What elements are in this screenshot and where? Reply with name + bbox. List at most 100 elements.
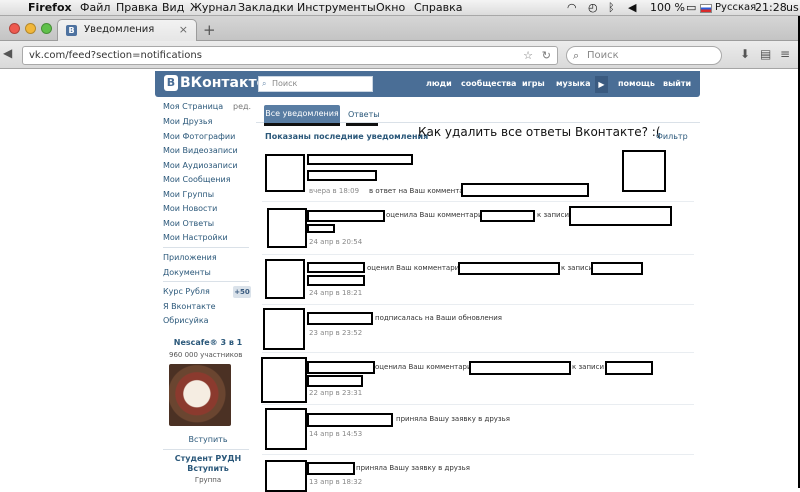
menu-ruble-rate[interactable]: Курс Рубля	[163, 287, 210, 296]
redacted-comment[interactable]	[469, 361, 571, 375]
notification-text: оценила Ваш комментарий	[386, 211, 488, 219]
battery-percent[interactable]: 100 %	[650, 1, 685, 14]
volume-icon[interactable]: ◀	[628, 1, 636, 14]
notification-date: 24 апр в 18:21	[309, 289, 363, 297]
play-arrow-icon[interactable]: ▶	[595, 76, 608, 93]
menu-history[interactable]: Журнал	[190, 1, 236, 14]
menu-tools[interactable]: Инструменты	[297, 1, 376, 14]
redacted-avatar[interactable]	[265, 408, 307, 450]
redacted-post[interactable]	[569, 206, 672, 226]
ad-title[interactable]: Nescafe® 3 в 1	[163, 338, 253, 347]
menu-apps[interactable]: Приложения	[163, 253, 217, 262]
app-menu[interactable]: Firefox	[28, 1, 72, 14]
tab-all-notifications[interactable]: Все уведомления	[264, 105, 340, 123]
menu-obrisuyka[interactable]: Обрисуйка	[163, 316, 209, 325]
input-source[interactable]: Русская	[715, 2, 756, 13]
edit-menu-link[interactable]: ред.	[233, 102, 251, 111]
close-tab-icon[interactable]: ×	[179, 23, 188, 36]
vk-logo[interactable]: В ВКонтакте	[164, 75, 266, 91]
notification-text: приняла Вашу заявку в друзья	[396, 415, 510, 423]
browser-search-input[interactable]: ⌕ Поиск	[566, 46, 722, 65]
menu-view[interactable]: Вид	[162, 1, 184, 14]
tab-bar: В Уведомления × +	[0, 16, 800, 41]
redacted-text	[307, 375, 363, 387]
redacted-thumbnail[interactable]	[622, 150, 666, 192]
redacted-avatar[interactable]	[265, 259, 305, 299]
menu-my-page[interactable]: Моя Страница	[163, 102, 223, 111]
filter-link[interactable]: Фильтр	[656, 132, 688, 141]
redacted-comment[interactable]	[458, 262, 560, 275]
browser-tab[interactable]: В Уведомления ×	[57, 19, 197, 41]
nav-communities[interactable]: сообщества	[461, 79, 516, 88]
close-window-button[interactable]	[9, 23, 20, 34]
nav-music[interactable]: музыка	[556, 79, 590, 88]
redacted-avatar[interactable]	[261, 357, 307, 403]
menu-news[interactable]: Мои Новости	[163, 204, 217, 213]
nav-logout[interactable]: выйти	[663, 79, 691, 88]
redacted-name[interactable]	[307, 262, 365, 273]
menu-window[interactable]: Окно	[376, 1, 405, 14]
nav-games[interactable]: игры	[522, 79, 545, 88]
nav-help[interactable]: помощь	[618, 79, 655, 88]
url-bar[interactable]: vk.com/feed?section=notifications ☆ ↻	[22, 46, 558, 65]
search-icon: ⌕	[262, 79, 267, 88]
redacted-name[interactable]	[307, 462, 355, 475]
redacted-avatar[interactable]	[265, 154, 305, 192]
notification-date: 24 апр в 20:54	[309, 238, 363, 246]
coffee-cup-image[interactable]	[169, 364, 231, 426]
zoom-window-button[interactable]	[41, 23, 52, 34]
notification-divider	[262, 404, 694, 405]
redacted-name[interactable]	[307, 210, 385, 222]
reload-icon[interactable]: ↻	[542, 49, 551, 62]
menu-videos[interactable]: Мои Видеозаписи	[163, 146, 238, 155]
menu-groups[interactable]: Мои Группы	[163, 190, 214, 199]
redacted-avatar[interactable]	[265, 460, 307, 492]
menu-icon[interactable]: ≡	[780, 47, 790, 61]
nav-people[interactable]: люди	[426, 79, 452, 88]
menu-edit[interactable]: Правка	[116, 1, 158, 14]
redacted-name[interactable]	[307, 361, 375, 374]
menu-audio[interactable]: Мои Аудиозаписи	[163, 161, 238, 170]
menu-documents[interactable]: Документы	[163, 268, 211, 277]
redacted-avatar[interactable]	[263, 308, 305, 350]
download-icon[interactable]: ⬇	[740, 47, 750, 61]
new-tab-button[interactable]: +	[203, 21, 216, 39]
redacted-post[interactable]	[605, 361, 653, 375]
vk-search-input[interactable]: ⌕ Поиск	[258, 76, 373, 92]
menu-ya-vkontakte[interactable]: Я Вконтакте	[163, 302, 216, 311]
redacted-comment[interactable]	[480, 210, 535, 222]
time-machine-icon[interactable]: ◴	[588, 1, 598, 14]
tab-answers[interactable]: Ответы	[348, 110, 380, 119]
ad2-join-link[interactable]: Вступить	[163, 464, 253, 473]
menu-settings[interactable]: Мои Настройки	[163, 233, 228, 242]
os-menubar: Firefox Файл Правка Вид Журнал Закладки …	[0, 0, 800, 16]
battery-icon: ▭	[686, 1, 697, 14]
minimize-window-button[interactable]	[25, 23, 36, 34]
menu-help[interactable]: Справка	[414, 1, 462, 14]
ad2-title[interactable]: Студент РУДН	[163, 454, 253, 463]
menu-messages[interactable]: Мои Сообщения	[163, 175, 231, 184]
wifi-icon[interactable]: ◠	[567, 1, 577, 14]
ad-join-link[interactable]: Вступить	[163, 435, 253, 444]
menu-friends[interactable]: Мои Друзья	[163, 117, 212, 126]
bookmark-star-icon[interactable]: ☆	[523, 49, 533, 62]
menu-answers[interactable]: Мои Ответы	[163, 219, 214, 228]
redacted-name[interactable]	[307, 154, 413, 165]
notification-divider	[262, 454, 694, 455]
user-menu[interactable]: us	[786, 1, 799, 14]
redacted-avatar[interactable]	[267, 208, 307, 248]
menu-bookmarks[interactable]: Закладки	[238, 1, 294, 14]
notification-divider	[262, 304, 694, 305]
bluetooth-icon[interactable]: ᛒ	[608, 1, 615, 14]
redacted-name[interactable]	[307, 312, 373, 325]
redacted-comment[interactable]	[461, 183, 589, 197]
navigation-bar: ◀ vk.com/feed?section=notifications ☆ ↻ …	[0, 41, 800, 69]
redacted-post[interactable]	[591, 262, 643, 275]
russian-flag-icon	[700, 4, 712, 13]
redacted-name[interactable]	[307, 413, 393, 427]
clock[interactable]: 21:28	[755, 1, 787, 14]
notification-divider	[262, 254, 694, 255]
menu-photos[interactable]: Мои Фотографии	[163, 132, 235, 141]
menu-file[interactable]: Файл	[80, 1, 110, 14]
bookmarks-icon[interactable]: ▤	[760, 47, 771, 61]
